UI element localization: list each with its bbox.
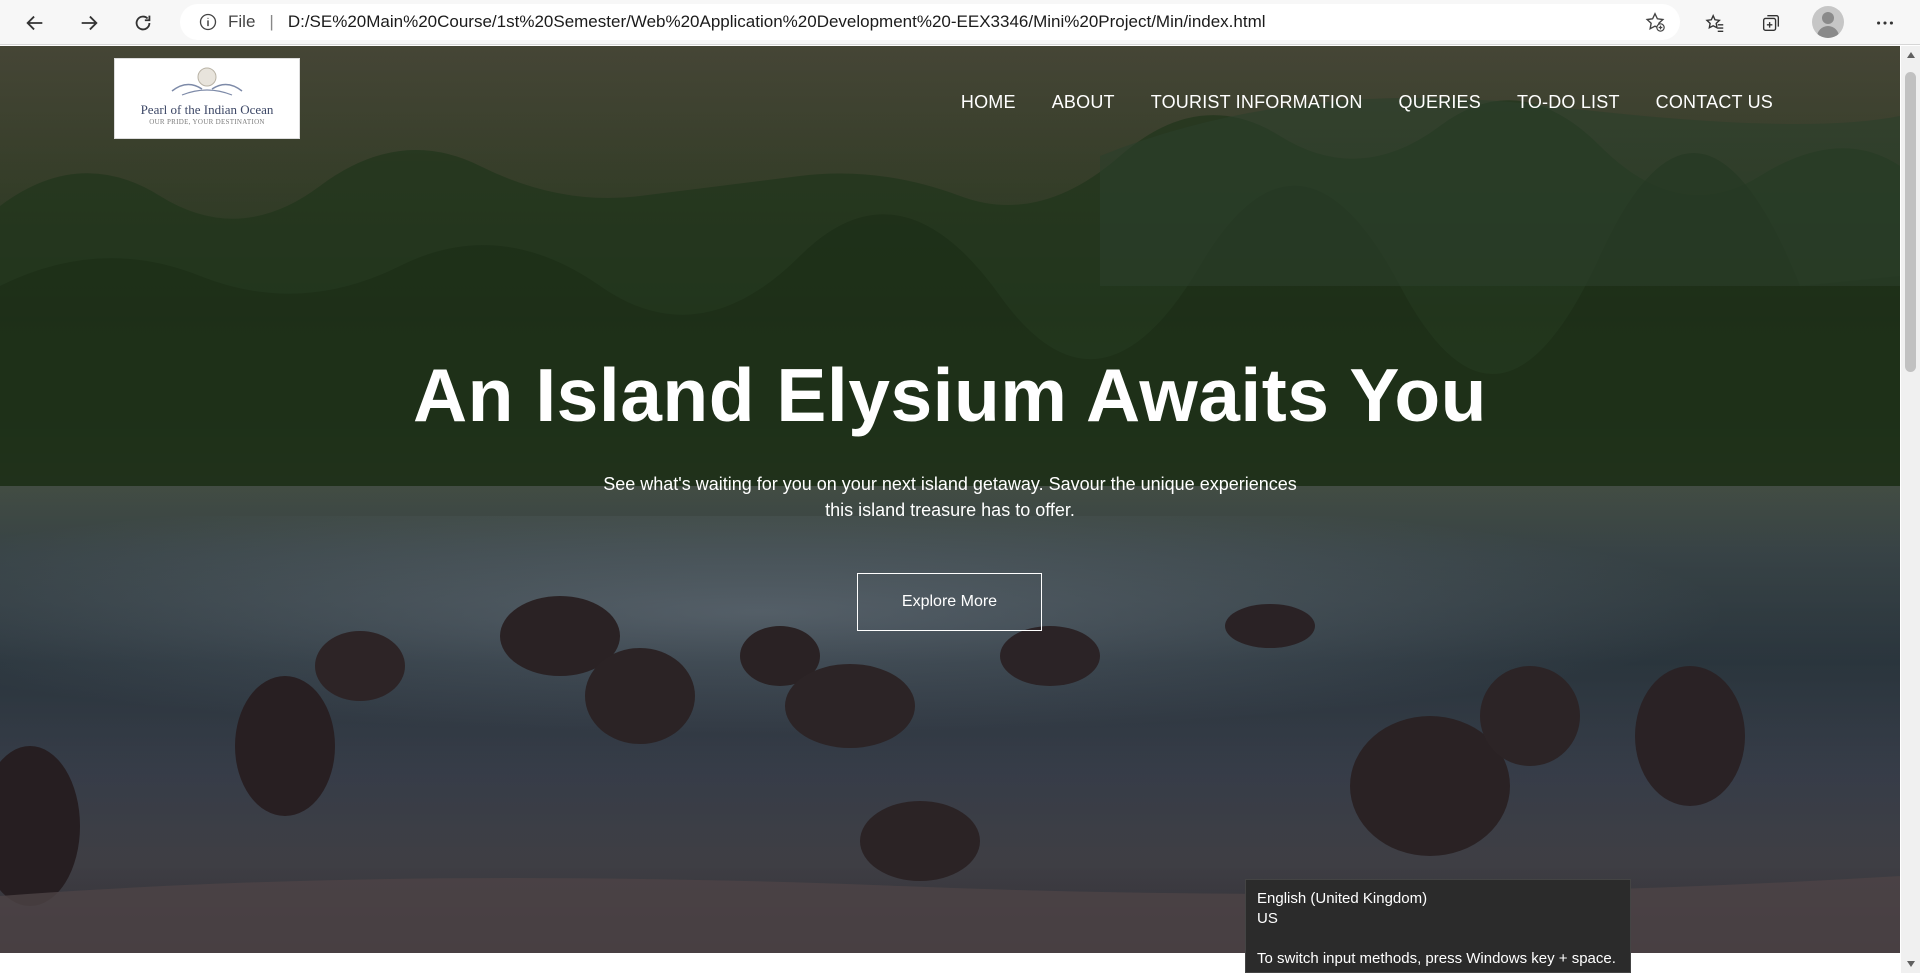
nav-contact-us[interactable]: CONTACT US — [1656, 92, 1773, 113]
collections-button[interactable] — [1756, 8, 1786, 38]
site-logo[interactable]: Pearl of the Indian Ocean OUR PRIDE, YOU… — [114, 58, 300, 139]
info-icon[interactable] — [198, 12, 218, 32]
hero-section: Pearl of the Indian Ocean OUR PRIDE, YOU… — [0, 46, 1900, 953]
logo-tagline: OUR PRIDE, YOUR DESTINATION — [149, 118, 265, 126]
main-navigation: HOME ABOUT TOURIST INFORMATION QUERIES T… — [961, 92, 1773, 113]
nav-tourist-information[interactable]: TOURIST INFORMATION — [1151, 92, 1363, 113]
more-icon — [1877, 21, 1893, 25]
scroll-down-arrow-icon[interactable] — [1901, 955, 1920, 973]
more-button[interactable] — [1870, 8, 1900, 38]
hero-subtitle: See what's waiting for you on your next … — [603, 474, 1297, 520]
back-button[interactable] — [20, 8, 50, 38]
address-separator: | — [269, 12, 274, 31]
scroll-up-arrow-icon[interactable] — [1901, 46, 1920, 64]
collections-icon — [1762, 14, 1780, 32]
ime-hint: To switch input methods, press Windows k… — [1257, 950, 1616, 967]
explore-more-button[interactable]: Explore More — [857, 573, 1042, 631]
back-icon — [26, 15, 43, 31]
input-method-tooltip: English (United Kingdom) US To switch in… — [1245, 879, 1631, 973]
nav-queries[interactable]: QUERIES — [1399, 92, 1481, 113]
nav-home[interactable]: HOME — [961, 92, 1016, 113]
favorites-button[interactable] — [1700, 8, 1730, 38]
scrollbar-thumb[interactable] — [1905, 72, 1916, 372]
forward-button[interactable] — [74, 8, 104, 38]
refresh-icon — [135, 15, 151, 31]
browser-toolbar: File | D:/SE%20Main%20Course/1st%20Semes… — [0, 0, 1920, 45]
profile-icon[interactable] — [1812, 6, 1844, 38]
url-text[interactable]: D:/SE%20Main%20Course/1st%20Semester/Web… — [288, 12, 1266, 32]
ime-layout: US — [1257, 910, 1278, 927]
ime-language: English (United Kingdom) — [1257, 890, 1428, 907]
logo-title: Pearl of the Indian Ocean — [140, 102, 274, 117]
vertical-scrollbar[interactable] — [1901, 46, 1920, 973]
file-label: File — [228, 12, 256, 31]
forward-icon — [81, 15, 98, 31]
address-bar[interactable]: File | D:/SE%20Main%20Course/1st%20Semes… — [180, 4, 1680, 40]
pearl-logo-icon — [171, 67, 243, 96]
favorites-icon — [1705, 13, 1724, 32]
hero-title: An Island Elysium Awaits You — [413, 353, 1487, 437]
add-favorite-icon[interactable] — [1644, 11, 1666, 33]
refresh-button[interactable] — [128, 8, 158, 38]
page-viewport: Pearl of the Indian Ocean OUR PRIDE, YOU… — [0, 46, 1900, 953]
nav-to-do-list[interactable]: TO-DO LIST — [1517, 92, 1620, 113]
nav-about[interactable]: ABOUT — [1052, 92, 1115, 113]
